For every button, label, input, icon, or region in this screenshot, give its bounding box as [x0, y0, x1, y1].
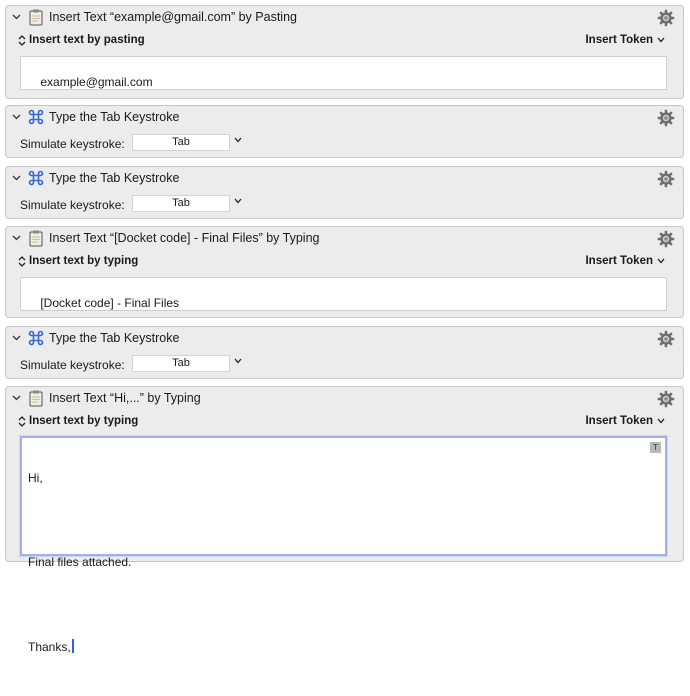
- clipboard-icon: [27, 8, 45, 26]
- insert-token-label: Insert Token: [585, 415, 653, 427]
- action-header: Insert Text “example@gmail.com” by Pasti…: [6, 6, 683, 28]
- insert-token-label: Insert Token: [585, 34, 653, 46]
- command-key-icon: [27, 329, 45, 347]
- gear-icon[interactable]: [656, 329, 676, 349]
- disclosure-chevron-icon[interactable]: [8, 390, 24, 406]
- action-header: Type the Tab Keystroke: [6, 106, 683, 128]
- insert-token-menu[interactable]: Insert Token: [585, 255, 665, 267]
- up-down-arrows-icon: [18, 34, 26, 46]
- gear-icon[interactable]: [656, 389, 676, 409]
- action-insert-text-paste[interactable]: Insert Text “example@gmail.com” by Pasti…: [5, 5, 684, 99]
- command-key-icon: [27, 108, 45, 126]
- action-insert-text-typing[interactable]: Insert Text “[Docket code] - Final Files…: [5, 226, 684, 318]
- up-down-arrows-icon: [18, 255, 26, 267]
- chevron-down-icon: [657, 418, 665, 424]
- text-line: Final files attached.: [28, 555, 132, 569]
- text-field-value: [Docket code] - Final Files: [40, 296, 180, 310]
- keystroke-field[interactable]: Tab: [132, 134, 230, 151]
- insert-mode-selector[interactable]: Insert text by typing: [18, 415, 138, 427]
- text-line: Hi,: [28, 471, 43, 485]
- action-title: Type the Tab Keystroke: [49, 110, 180, 124]
- insert-mode-label: Insert text by typing: [29, 415, 139, 427]
- action-type-keystroke[interactable]: Type the Tab Keystroke Simulate keystrok…: [5, 105, 684, 158]
- action-title: Type the Tab Keystroke: [49, 171, 180, 185]
- action-insert-text-typing[interactable]: Insert Text “Hi,...” by Typing Insert te…: [5, 386, 684, 654]
- disclosure-chevron-icon[interactable]: [8, 170, 24, 186]
- action-type-keystroke[interactable]: Type the Tab Keystroke Simulate keystrok…: [5, 166, 684, 219]
- command-key-icon: [27, 169, 45, 187]
- disclosure-chevron-icon[interactable]: [8, 330, 24, 346]
- insert-mode-selector[interactable]: Insert text by pasting: [18, 34, 145, 46]
- insert-token-menu[interactable]: Insert Token: [585, 415, 665, 427]
- chevron-down-icon: [657, 37, 665, 43]
- insert-token-menu[interactable]: Insert Token: [585, 34, 665, 46]
- chevron-down-icon[interactable]: [234, 198, 242, 204]
- action-title: Insert Text “[Docket code] - Final Files…: [49, 231, 320, 245]
- action-header: Insert Text “Hi,...” by Typing: [6, 387, 683, 409]
- disclosure-chevron-icon[interactable]: [8, 9, 24, 25]
- text-field[interactable]: example@gmail.com: [20, 56, 667, 90]
- text-area[interactable]: Hi, Final files attached. Thanks, T: [20, 436, 667, 654]
- clipboard-icon: [27, 389, 45, 407]
- insert-mode-selector[interactable]: Insert text by typing: [18, 255, 138, 267]
- text-field-value: example@gmail.com: [40, 75, 153, 89]
- gear-icon[interactable]: [656, 229, 676, 249]
- gear-icon[interactable]: [656, 169, 676, 189]
- keystroke-value: Tab: [172, 136, 190, 148]
- text-cursor: [71, 639, 74, 653]
- action-title: Insert Text “Hi,...” by Typing: [49, 391, 201, 405]
- text-line-last: Thanks,: [28, 639, 659, 654]
- insert-token-label: Insert Token: [585, 255, 653, 267]
- up-down-arrows-icon: [18, 415, 26, 427]
- action-header: Type the Tab Keystroke: [6, 167, 683, 189]
- insert-mode-label: Insert text by typing: [29, 255, 139, 267]
- gear-icon[interactable]: [656, 108, 676, 128]
- disclosure-chevron-icon[interactable]: [8, 109, 24, 125]
- action-header: Insert Text “[Docket code] - Final Files…: [6, 227, 683, 249]
- clipboard-icon: [27, 229, 45, 247]
- action-header: Type the Tab Keystroke: [6, 327, 683, 349]
- gear-icon[interactable]: [656, 8, 676, 28]
- chevron-down-icon[interactable]: [234, 137, 242, 143]
- keystroke-value: Tab: [172, 197, 190, 209]
- simulate-keystroke-label: Simulate keystroke:: [20, 198, 125, 212]
- simulate-keystroke-label: Simulate keystroke:: [20, 358, 125, 372]
- text-field[interactable]: [Docket code] - Final Files: [20, 277, 667, 311]
- action-title: Insert Text “example@gmail.com” by Pasti…: [49, 10, 297, 24]
- text-format-badge[interactable]: T: [650, 442, 661, 453]
- keystroke-value: Tab: [172, 357, 190, 369]
- text-line: Thanks,: [28, 640, 71, 654]
- action-title: Type the Tab Keystroke: [49, 331, 180, 345]
- simulate-keystroke-label: Simulate keystroke:: [20, 137, 125, 151]
- disclosure-chevron-icon[interactable]: [8, 230, 24, 246]
- chevron-down-icon: [657, 258, 665, 264]
- action-type-keystroke[interactable]: Type the Tab Keystroke Simulate keystrok…: [5, 326, 684, 379]
- keystroke-field[interactable]: Tab: [132, 195, 230, 212]
- chevron-down-icon[interactable]: [234, 358, 242, 364]
- insert-mode-label: Insert text by pasting: [29, 34, 145, 46]
- keystroke-field[interactable]: Tab: [132, 355, 230, 372]
